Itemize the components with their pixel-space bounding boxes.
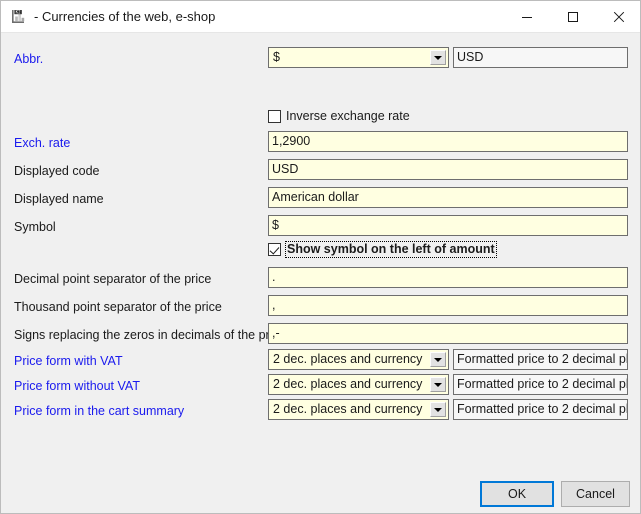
show-symbol-left-checkbox[interactable]	[268, 243, 281, 256]
label-displayed-code: Displayed code	[14, 163, 99, 179]
maximize-button[interactable]	[550, 1, 596, 32]
exch-rate-input[interactable]: 1,2900	[268, 131, 628, 152]
maximize-icon	[567, 11, 579, 23]
price-form-cart-summary-combobox[interactable]: 2 dec. places and currency	[268, 399, 449, 420]
zero-replacement-input[interactable]: ,-	[268, 323, 628, 344]
close-icon	[613, 11, 625, 23]
label-thousand-separator: Thousand point separator of the price	[14, 299, 222, 315]
price-form-with-vat-value: 2 dec. places and currency	[273, 352, 422, 366]
currency-settings-dialog: K2 - Currencies of the web, e-shop Abbr.…	[0, 0, 641, 514]
price-form-without-vat-preview: Formatted price to 2 decimal places	[453, 374, 628, 395]
close-button[interactable]	[596, 1, 641, 32]
inverse-exchange-rate-row[interactable]: Inverse exchange rate	[268, 107, 410, 125]
show-symbol-left-label: Show symbol on the left of amount	[286, 242, 496, 257]
price-form-cart-summary-preview: Formatted price to 2 decimal places	[453, 399, 628, 420]
chevron-down-icon[interactable]	[430, 50, 446, 65]
label-decimal-separator: Decimal point separator of the price	[14, 271, 211, 287]
symbol-input[interactable]: $	[268, 215, 628, 236]
abbr-code-readonly: USD	[453, 47, 628, 68]
label-price-form-without-vat: Price form without VAT	[14, 378, 140, 394]
price-form-cart-summary-value: 2 dec. places and currency	[273, 402, 422, 416]
label-price-form-with-vat: Price form with VAT	[14, 353, 123, 369]
label-price-form-cart-summary: Price form in the cart summary	[14, 403, 184, 419]
price-form-without-vat-value: 2 dec. places and currency	[273, 377, 422, 391]
minimize-icon	[521, 11, 533, 23]
label-zero-replacement: Signs replacing the zeros in decimals of…	[14, 327, 286, 343]
abbr-combobox[interactable]: $	[268, 47, 449, 68]
label-displayed-name: Displayed name	[14, 191, 104, 207]
chevron-down-icon[interactable]	[430, 402, 446, 417]
label-exch-rate: Exch. rate	[14, 135, 70, 151]
show-symbol-left-row[interactable]: Show symbol on the left of amount	[268, 240, 496, 258]
decimal-separator-input[interactable]: .	[268, 267, 628, 288]
label-symbol: Symbol	[14, 219, 56, 235]
thousand-separator-input[interactable]: ,	[268, 295, 628, 316]
displayed-code-input[interactable]: USD	[268, 159, 628, 180]
price-form-without-vat-combobox[interactable]: 2 dec. places and currency	[268, 374, 449, 395]
abbr-combobox-value: $	[273, 50, 280, 64]
inverse-exchange-rate-checkbox[interactable]	[268, 110, 281, 123]
window-title: - Currencies of the web, e-shop	[34, 8, 215, 26]
cancel-button[interactable]: Cancel	[561, 481, 630, 507]
price-form-with-vat-preview: Formatted price to 2 decimal places	[453, 349, 628, 370]
title-bar: K2 - Currencies of the web, e-shop	[1, 1, 641, 33]
svg-text:K2: K2	[16, 10, 21, 15]
chevron-down-icon[interactable]	[430, 377, 446, 392]
form-area: Abbr. $ USD Inverse exchange rate Exch. …	[1, 33, 640, 513]
price-form-with-vat-combobox[interactable]: 2 dec. places and currency	[268, 349, 449, 370]
chevron-down-icon[interactable]	[430, 352, 446, 367]
ok-button[interactable]: OK	[480, 481, 554, 507]
label-abbr: Abbr.	[14, 51, 43, 67]
displayed-name-input[interactable]: American dollar	[268, 187, 628, 208]
inverse-exchange-rate-label: Inverse exchange rate	[286, 109, 410, 124]
minimize-button[interactable]	[504, 1, 550, 32]
currency-chart-icon: K2	[10, 8, 28, 26]
